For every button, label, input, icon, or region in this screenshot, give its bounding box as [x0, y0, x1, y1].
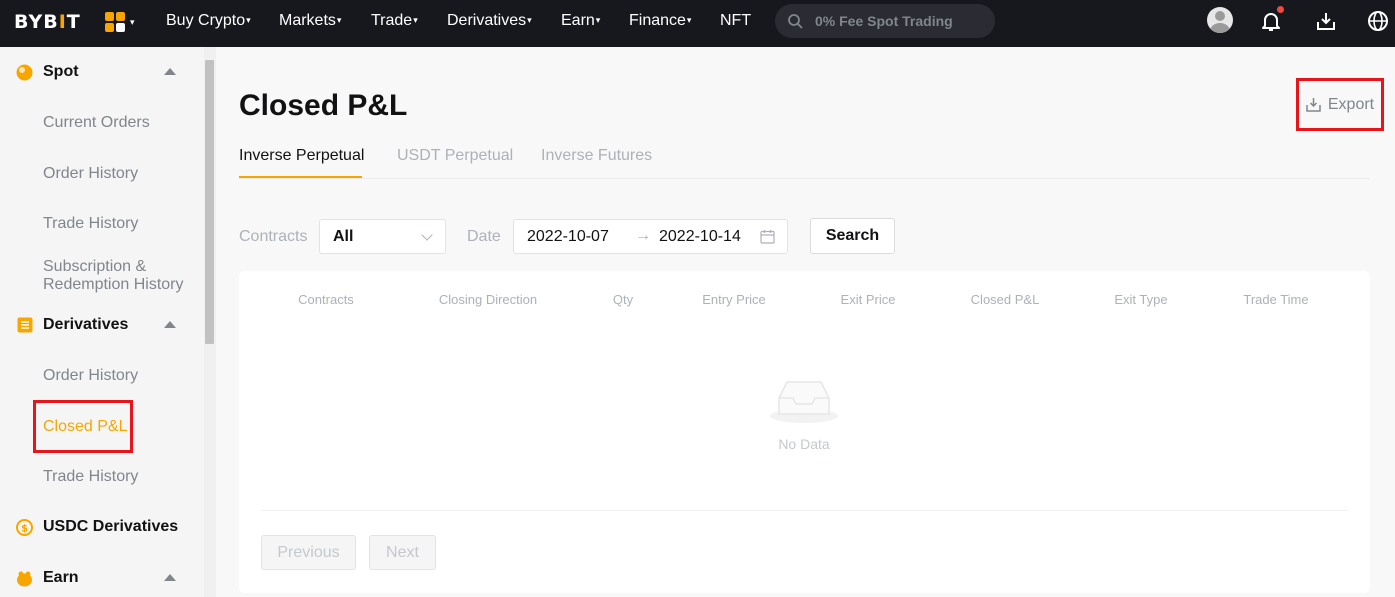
avatar[interactable]	[1207, 7, 1233, 33]
col-header-exit-price: Exit Price	[840, 292, 896, 307]
collapse-caret-icon[interactable]	[164, 321, 176, 328]
tab-inverse-futures[interactable]: Inverse Futures	[541, 147, 652, 165]
nav-derivatives[interactable]: Derivatives▾	[447, 12, 532, 30]
sidebar-section-usdc-derivatives[interactable]: $ USDC Derivatives	[16, 518, 178, 536]
spot-icon	[16, 64, 33, 81]
tab-inverse-perpetual[interactable]: Inverse Perpetual	[239, 147, 364, 165]
table-footer-divider	[261, 510, 1348, 511]
nav-trade[interactable]: Trade▾	[371, 12, 418, 30]
collapse-caret-icon[interactable]	[164, 574, 176, 581]
derivatives-icon	[16, 317, 33, 334]
col-header-exit-type: Exit Type	[1114, 292, 1168, 307]
nav-nft[interactable]: NFT	[720, 12, 751, 30]
earn-icon	[16, 570, 33, 587]
export-button[interactable]: Export	[1296, 78, 1384, 131]
arrow-right-icon: →	[635, 227, 651, 244]
contracts-label: Contracts	[239, 228, 308, 245]
col-header-contracts: Contracts	[298, 292, 354, 307]
sidebar-scrollbar-thumb[interactable]	[205, 60, 214, 344]
apps-grid-icon	[105, 12, 125, 32]
notification-dot	[1277, 6, 1284, 13]
sidebar-section-earn[interactable]: Earn	[16, 569, 79, 587]
col-header-closed-pnl: Closed P&L	[970, 292, 1040, 307]
caret-down-icon: ▾	[130, 16, 135, 27]
next-page-button[interactable]: Next	[369, 535, 436, 570]
usdc-icon: $	[16, 518, 33, 536]
empty-inbox-icon	[770, 381, 838, 423]
download-icon[interactable]	[1313, 8, 1339, 34]
date-label: Date	[467, 228, 501, 245]
nav-markets[interactable]: Markets▾	[279, 12, 341, 30]
active-tab-indicator	[239, 176, 362, 178]
collapse-caret-icon[interactable]	[164, 68, 176, 75]
search-placeholder: 0% Fee Spot Trading	[815, 13, 953, 29]
page-title: Closed P&L	[239, 89, 408, 122]
highlight-box	[33, 400, 133, 453]
search-icon	[788, 14, 803, 29]
sidebar-item-current-orders[interactable]: Current Orders	[43, 114, 150, 132]
svg-text:$: $	[21, 523, 28, 534]
sidebar-item-derivatives-trade-history[interactable]: Trade History	[43, 468, 138, 486]
sidebar-section-spot[interactable]: Spot	[16, 63, 79, 81]
nav-earn[interactable]: Earn▾	[561, 12, 600, 30]
sidebar-item-spot-order-history[interactable]: Order History	[43, 165, 138, 183]
previous-page-button[interactable]: Previous	[261, 535, 356, 570]
nav-finance[interactable]: Finance▾	[629, 12, 691, 30]
col-header-trade-time: Trade Time	[1243, 292, 1309, 307]
sidebar-item-subscription-redemption[interactable]: Subscription & Redemption History	[43, 258, 184, 294]
col-header-entry-price: Entry Price	[702, 292, 766, 307]
date-from[interactable]: 2022-10-07	[527, 228, 609, 246]
apps-menu-button[interactable]: ▾	[105, 10, 141, 34]
sidebar-item-derivatives-order-history[interactable]: Order History	[43, 367, 138, 385]
date-to[interactable]: 2022-10-14	[659, 228, 741, 246]
calendar-icon	[760, 230, 775, 244]
date-range-picker[interactable]: 2022-10-07 → 2022-10-14	[513, 219, 788, 254]
sidebar-item-spot-trade-history[interactable]: Trade History	[43, 215, 138, 233]
contracts-select[interactable]: All	[319, 219, 446, 254]
search-input[interactable]: 0% Fee Spot Trading	[775, 4, 995, 38]
tabs-divider	[239, 178, 1370, 179]
empty-state-text: No Data	[778, 436, 830, 452]
globe-icon[interactable]	[1365, 8, 1391, 34]
top-nav: BYBIT ▾ Buy Crypto▾ Markets▾ Trade▾ Deri…	[0, 0, 1395, 47]
sidebar-section-derivatives[interactable]: Derivatives	[16, 316, 128, 334]
chevron-down-icon	[421, 229, 433, 241]
export-icon	[1306, 98, 1321, 112]
nav-buy-crypto[interactable]: Buy Crypto▾	[166, 12, 251, 30]
col-header-closing-direction: Closing Direction	[438, 292, 538, 307]
tab-usdt-perpetual[interactable]: USDT Perpetual	[397, 147, 513, 165]
bybit-logo[interactable]: BYBIT	[14, 11, 81, 33]
search-button[interactable]: Search	[810, 218, 895, 254]
